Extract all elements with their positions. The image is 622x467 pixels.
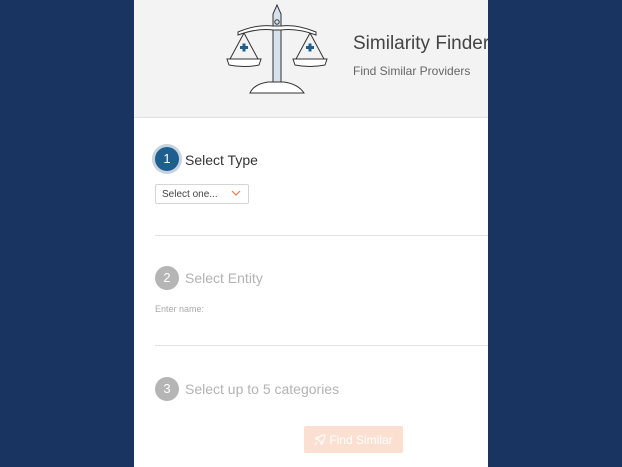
scales-of-justice-icon [226, 3, 328, 94]
step-2-label: Select Entity [185, 270, 263, 286]
rocket-icon [314, 433, 326, 445]
find-similar-button[interactable]: Find Similar [304, 426, 403, 453]
step-2-number: 2 [155, 266, 179, 290]
app-subtitle: Find Similar Providers [353, 64, 471, 78]
section-divider [155, 345, 488, 346]
entity-name-label: Enter name: [155, 304, 205, 314]
section-divider [155, 235, 488, 236]
step-3-label: Select up to 5 categories [185, 381, 340, 397]
type-select-value: Select one... [162, 189, 218, 200]
app-title: Similarity Finder [353, 33, 488, 54]
step-1-label: Select Type [185, 152, 258, 168]
similarity-finder-panel: Similarity Finder Find Similar Providers… [134, 0, 488, 467]
find-similar-label: Find Similar [329, 432, 393, 447]
step-1-number: 1 [155, 147, 179, 171]
chevron-down-icon [231, 190, 241, 196]
type-select[interactable]: Select one... [155, 184, 249, 204]
step-3-number: 3 [155, 377, 179, 401]
header: Similarity Finder Find Similar Providers [134, 0, 488, 118]
